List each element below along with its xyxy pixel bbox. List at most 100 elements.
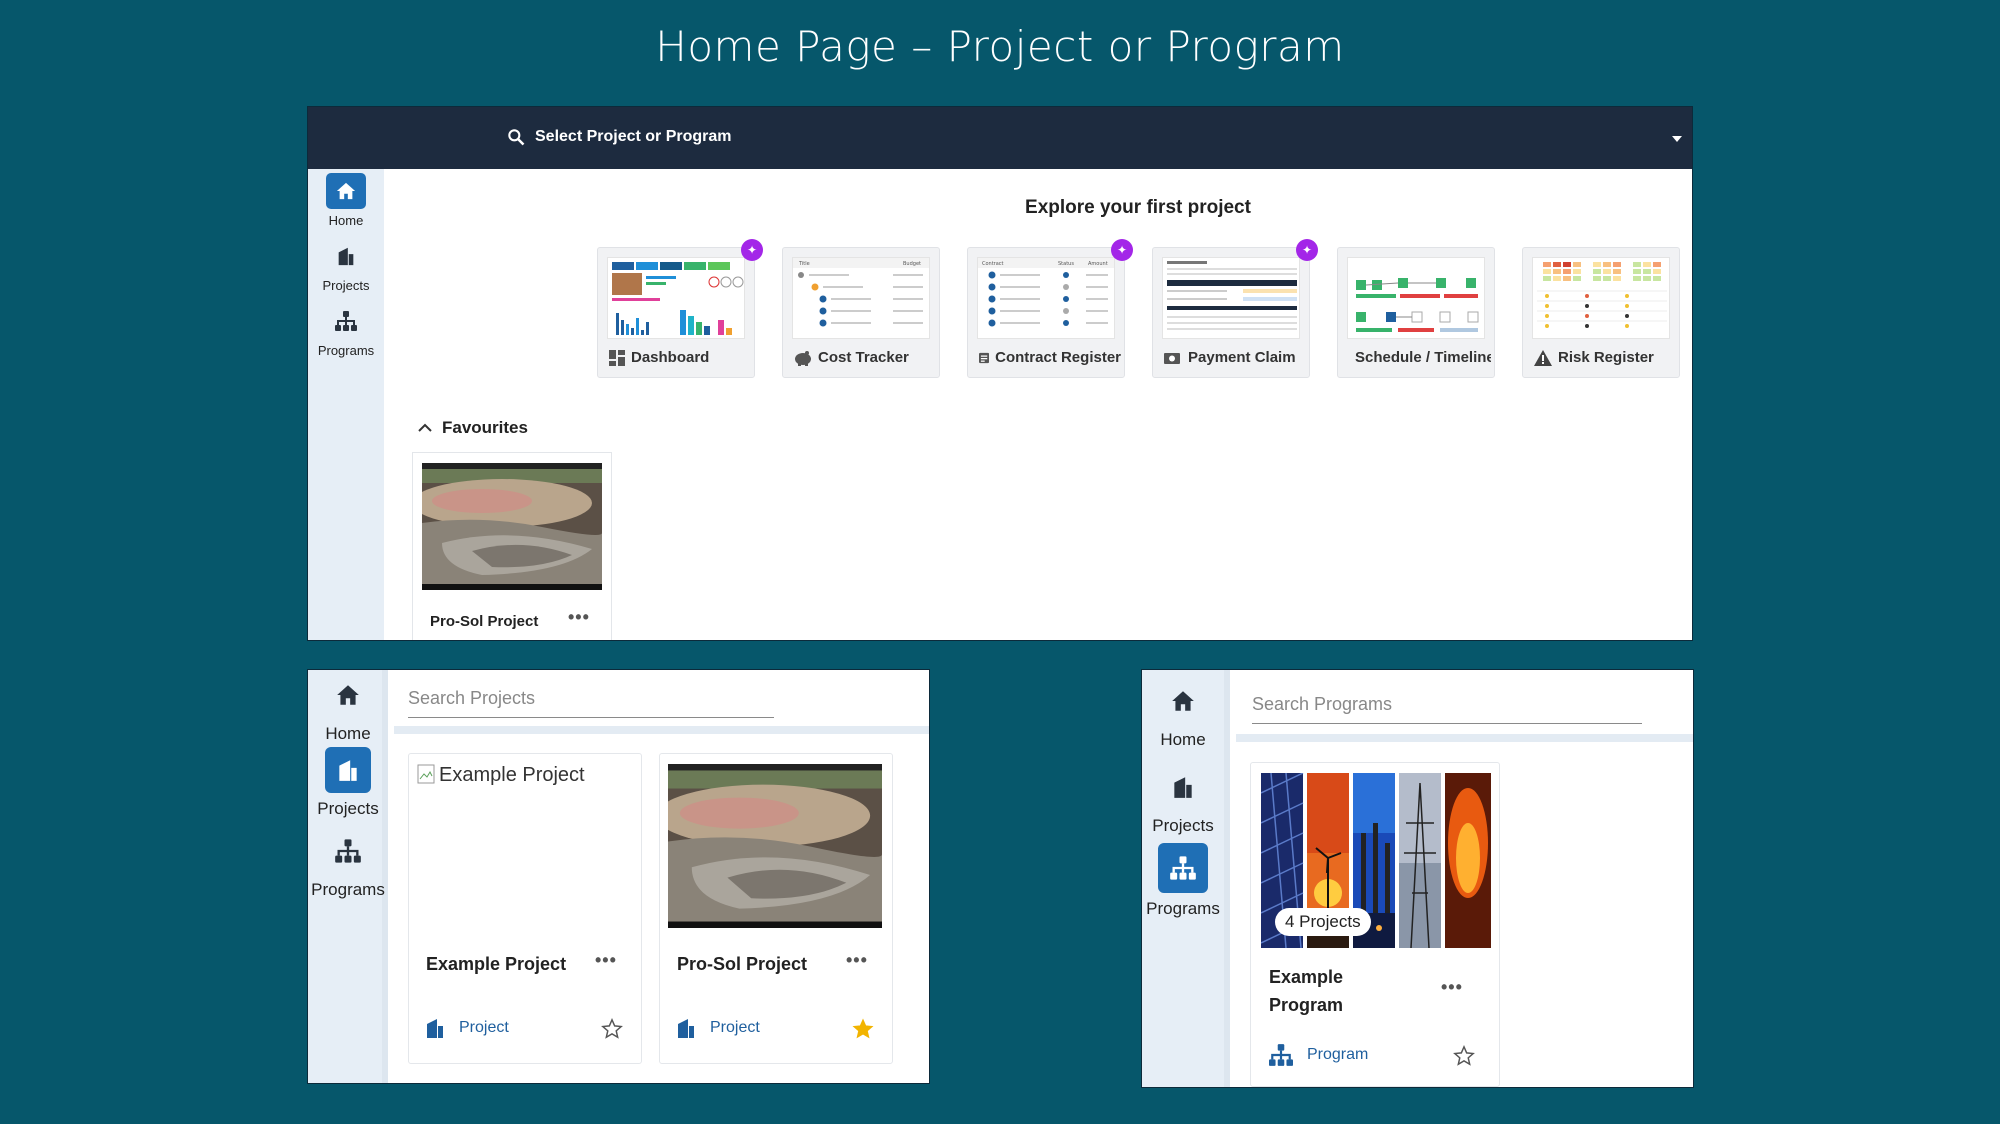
project-type: Project: [423, 1016, 509, 1040]
svg-text:Contract: Contract: [982, 261, 1004, 267]
tool-label-dashboard: Dashboard: [609, 349, 751, 366]
search-programs-input[interactable]: [1252, 694, 1642, 724]
building-icon: [325, 747, 371, 793]
money-icon: [1164, 352, 1180, 364]
tool-label-payment-claim: Payment Claim: [1164, 349, 1306, 366]
favourite-name: Pro-Sol Project: [430, 613, 539, 630]
nav-programs-label: Programs: [317, 343, 375, 358]
nav-projects-label: Projects: [317, 799, 379, 818]
more-options-icon[interactable]: •••: [1441, 977, 1463, 998]
building-icon: [427, 1019, 443, 1038]
svg-text:Status: Status: [1058, 261, 1074, 267]
home-icon: [1160, 678, 1206, 724]
nav-programs-label: Programs: [1146, 899, 1220, 918]
svg-text:Title: Title: [798, 261, 810, 267]
document-icon: [979, 352, 990, 363]
search-bar: [1236, 670, 1693, 742]
nav-home[interactable]: Home: [308, 672, 388, 744]
program-name: Example Program: [1269, 967, 1344, 1015]
more-options-icon[interactable]: •••: [595, 950, 617, 971]
tool-label-risk-register: Risk Register: [1534, 349, 1676, 366]
svg-text:Amount: Amount: [1088, 261, 1108, 267]
dashboard-icon: [609, 349, 625, 366]
nav-programs[interactable]: Programs: [308, 828, 388, 900]
nav-projects[interactable]: Projects: [308, 238, 384, 293]
tool-label-cost-tracker: Cost Tracker: [794, 349, 936, 366]
tool-card-contract-register[interactable]: Contract Status Amount Contract Register ✦: [967, 239, 1133, 378]
nav-home[interactable]: Home: [308, 173, 384, 228]
broken-image-placeholder: Example Project: [417, 764, 585, 787]
tool-card-risk-register[interactable]: Risk Register: [1522, 247, 1680, 378]
favourites-title: Favourites: [442, 418, 528, 437]
favourites-header[interactable]: Favourites: [418, 418, 528, 438]
building-icon: [1160, 764, 1206, 810]
piggy-bank-icon: [795, 350, 811, 366]
warning-icon: [1534, 349, 1552, 366]
image-alt-text: Example Project: [439, 764, 585, 786]
building-icon: [678, 1019, 694, 1038]
star-filled-icon[interactable]: [852, 1018, 874, 1040]
tool-label-schedule: Schedule / Timeline: [1349, 349, 1491, 366]
project-name: Example Project: [426, 954, 567, 974]
favourite-card[interactable]: Pro-Sol Project •••: [412, 452, 612, 640]
project-program-selector[interactable]: Select Project or Program: [535, 128, 732, 146]
building-icon: [326, 238, 366, 274]
more-options-icon[interactable]: •••: [568, 607, 590, 628]
mine-site-photo: [668, 764, 882, 928]
nav-programs-label: Programs: [311, 880, 385, 899]
hierarchy-icon: [325, 828, 371, 874]
tool-card-payment-claim[interactable]: Payment Claim ✦: [1152, 239, 1318, 378]
home-icon: [325, 672, 371, 718]
project-type: Project: [674, 1016, 760, 1040]
broken-image-icon: [417, 764, 435, 784]
star-outline-icon[interactable]: [601, 1018, 623, 1040]
nav-projects[interactable]: Projects: [1142, 764, 1224, 836]
star-outline-icon[interactable]: [1453, 1045, 1475, 1067]
program-type: Program: [1267, 1043, 1368, 1067]
nav-home-label: Home: [1160, 730, 1206, 749]
projects-screen: Home Projects Programs Example Project E…: [307, 669, 930, 1084]
project-type-label: Project: [459, 1019, 509, 1036]
schedule-thumbnail: [1347, 257, 1485, 339]
explore-title: Explore your first project: [1025, 197, 1251, 218]
hierarchy-icon: [1158, 843, 1208, 893]
project-type-label: Project: [710, 1019, 760, 1036]
search-bar: [394, 670, 929, 734]
mine-site-photo: [422, 463, 602, 590]
home-screen: Select Project or Program Home Projects …: [307, 106, 1693, 641]
ai-sparkle-icon: ✦: [741, 239, 763, 261]
nav-programs[interactable]: Programs: [1142, 843, 1224, 919]
more-options-icon[interactable]: •••: [846, 950, 868, 971]
project-count-badge: 4 Projects: [1275, 908, 1371, 936]
sidebar: Home Projects Programs: [308, 169, 384, 640]
chevron-up-icon[interactable]: [418, 423, 432, 433]
contract-register-thumbnail: Contract Status Amount: [977, 257, 1115, 339]
nav-home[interactable]: Home: [1142, 678, 1224, 750]
nav-projects-label: Projects: [1152, 816, 1214, 835]
cost-tracker-thumbnail: Title Budget: [792, 257, 930, 339]
project-card-example[interactable]: Example Project Example Project ••• Proj…: [408, 753, 642, 1064]
program-card-example[interactable]: 4 Projects Example Program ••• Program: [1250, 762, 1500, 1087]
tool-card-schedule[interactable]: Schedule / Timeline: [1337, 247, 1495, 378]
sidebar: Home Projects Programs: [308, 670, 388, 1083]
search-projects-input[interactable]: [408, 688, 774, 718]
top-bar: Select Project or Program: [308, 107, 1692, 169]
nav-programs[interactable]: Programs: [308, 303, 384, 358]
tool-card-dashboard[interactable]: Dashboard ✦: [597, 239, 763, 378]
nav-projects-label: Projects: [322, 278, 370, 293]
hierarchy-icon: [1269, 1044, 1293, 1066]
home-icon: [326, 173, 366, 209]
ai-sparkle-icon: ✦: [1296, 239, 1318, 261]
program-type-label: Program: [1307, 1046, 1369, 1063]
nav-home-label: Home: [328, 213, 364, 228]
chevron-down-icon[interactable]: [1672, 136, 1682, 142]
risk-register-thumbnail: [1532, 257, 1670, 339]
sidebar: Home Projects Programs: [1142, 670, 1230, 1087]
svg-text:Budget: Budget: [903, 261, 921, 267]
project-card-pro-sol[interactable]: Pro-Sol Project ••• Project: [659, 753, 893, 1064]
ai-sparkle-icon: ✦: [1111, 239, 1133, 261]
tool-card-cost-tracker[interactable]: Title Budget Cost Tracker: [782, 247, 940, 378]
nav-projects[interactable]: Projects: [308, 747, 388, 819]
dashboard-thumbnail: [607, 257, 745, 339]
search-icon[interactable]: [506, 127, 526, 147]
